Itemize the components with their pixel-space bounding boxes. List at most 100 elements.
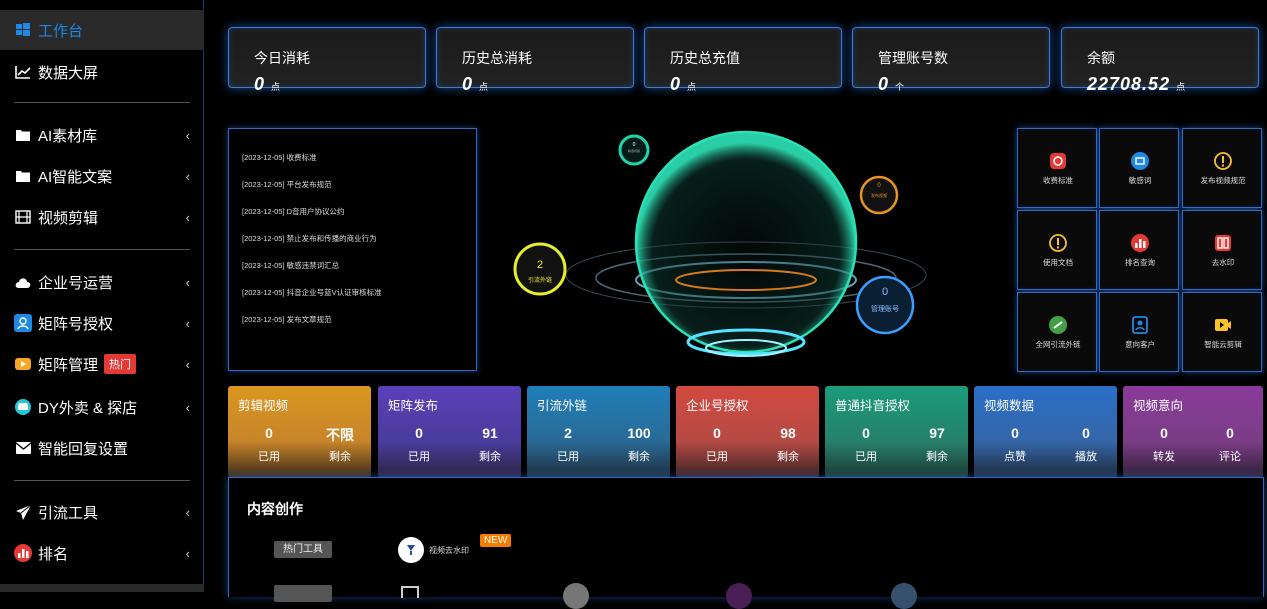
tool-avatar-icon: [726, 583, 752, 609]
card-title: 企业号授权: [686, 399, 749, 413]
notice-item[interactable]: [2023-12-05] 抖音企业号蓝V认证审核标准: [242, 287, 382, 298]
notice-list: [2023-12-05] 收费标准 [2023-12-05] 平台发布规范 [2…: [228, 128, 477, 371]
card-title: 视频数据: [984, 399, 1035, 413]
stat-balance: 余额 22708.52 点: [1061, 27, 1259, 94]
tile-docs[interactable]: 使用文档: [1017, 210, 1097, 290]
card-value-remaining: 97: [929, 425, 945, 441]
tool-avatar-icon: [563, 583, 589, 609]
sphere: [634, 130, 858, 354]
tile-sensitive-words[interactable]: 敏感词: [1099, 128, 1179, 208]
card-value-used: 2: [564, 425, 572, 441]
notice-item[interactable]: [2023-12-05] 发布文章规范: [242, 314, 332, 325]
sidebar-item-label: AI智能文案: [38, 168, 113, 186]
orbit-teal-value: 0: [632, 142, 636, 148]
sidebar-item-video-edit[interactable]: 视频剪辑 ‹: [0, 197, 204, 237]
orbit-yellow-label: 引流外链: [527, 278, 552, 284]
sidebar-item-label: 引流工具: [38, 504, 99, 522]
tile-remove-watermark[interactable]: 去水印: [1182, 210, 1262, 290]
card-douyin-auth[interactable]: 普通抖音授权 0 97 已用 剩余: [825, 386, 968, 478]
notice-item[interactable]: [2023-12-05] 禁止发布和传播的商业行为: [242, 233, 377, 244]
chevron-left-icon: ‹: [185, 315, 190, 331]
orbit-yellow-value: 2: [536, 259, 544, 271]
stamp-icon: [1214, 234, 1232, 252]
stat-value: 0个: [878, 74, 906, 94]
card-title: 矩阵发布: [388, 399, 439, 413]
card-label-comments: 评论: [1219, 451, 1241, 463]
stat-label: 历史总消耗: [462, 50, 532, 66]
tile-fee-standard[interactable]: 收费标准: [1017, 128, 1097, 208]
tool-remove-watermark[interactable]: 视频去水印: [398, 537, 469, 563]
line-chart-icon: [14, 63, 32, 81]
tile-external-links[interactable]: 全网引流外链: [1017, 292, 1097, 372]
stat-label: 今日消耗: [254, 50, 310, 66]
tile-label: 排名查询: [1125, 258, 1155, 267]
main-content: 今日消耗 0点 历史总消耗 0点 历史总充值 0点 管理账号数 0个 余额 22…: [205, 0, 1267, 609]
tile-intended-customers[interactable]: 意向客户: [1099, 292, 1179, 372]
chevron-left-icon: ‹: [185, 399, 190, 415]
tile-label: 智能云剪辑: [1204, 340, 1242, 349]
warning-icon: [1049, 234, 1067, 252]
card-matrix-publish[interactable]: 矩阵发布 0 91 已用 剩余: [378, 386, 521, 478]
card-value-used: 0: [713, 425, 721, 441]
tile-label: 去水印: [1211, 258, 1235, 267]
notice-item[interactable]: [2023-12-05] 平台发布规范: [242, 179, 332, 190]
card-enterprise-auth[interactable]: 企业号授权 0 98 已用 剩余: [676, 386, 819, 478]
tile-cloud-edit[interactable]: 智能云剪辑: [1182, 292, 1262, 372]
sidebar-item-data-screen[interactable]: 数据大屏: [0, 52, 204, 92]
card-external-links[interactable]: 引流外链 2 100 已用 剩余: [527, 386, 670, 478]
orbit-blue-label: 管理账号: [871, 306, 899, 313]
sidebar-item-workbench[interactable]: 工作台: [0, 10, 204, 50]
card-value-remaining: 98: [780, 425, 796, 441]
sidebar-footer: [0, 584, 204, 592]
sidebar-item-dy-takeout[interactable]: DY外卖 & 探店 ‹: [0, 387, 204, 427]
sidebar-item-matrix-manage[interactable]: 矩阵管理 热门 ‹: [0, 344, 204, 384]
sidebar-item-ai-material[interactable]: AI素材库 ‹: [0, 115, 204, 155]
stat-value: 0点: [254, 74, 282, 94]
rank-icon: [14, 544, 32, 562]
sidebar-item-label: 视频剪辑: [38, 209, 99, 227]
user-card-icon: [14, 314, 32, 332]
sidebar-item-label: AI素材库: [38, 127, 98, 145]
sidebar-item-matrix-auth[interactable]: 矩阵号授权 ‹: [0, 303, 204, 343]
card-label-remaining: 剩余: [628, 451, 650, 463]
card-video-edit[interactable]: 剪辑视频 0 不限 已用 剩余: [228, 386, 371, 478]
orbit-graphic: [513, 130, 927, 357]
sidebar-item-enterprise-ops[interactable]: 企业号运营 ‹: [0, 262, 204, 302]
folder-icon: [14, 167, 32, 185]
stat-total-recharge: 历史总充值 0点: [644, 27, 842, 94]
notice-item[interactable]: [2023-12-05] 敏感违禁词汇总: [242, 260, 339, 271]
sidebar-item-label: 矩阵号授权: [38, 315, 114, 333]
tile-publish-rules[interactable]: 发布视频规范: [1182, 128, 1262, 208]
play-icon: [14, 355, 32, 373]
card-video-data[interactable]: 视频数据 0 0 点赞 播放: [974, 386, 1117, 478]
card-value-plays: 0: [1082, 425, 1090, 441]
card-label-used: 已用: [706, 451, 728, 463]
sidebar-item-label: 企业号运营: [38, 274, 114, 292]
chevron-left-icon: ‹: [185, 545, 190, 561]
tile-rank-query[interactable]: 排名查询: [1099, 210, 1179, 290]
card-label-used: 已用: [855, 451, 877, 463]
chevron-left-icon: ‹: [185, 127, 190, 143]
stat-label: 管理账号数: [878, 50, 948, 66]
link-icon: [1049, 316, 1067, 334]
notice-item[interactable]: [2023-12-05] D音用户协议公约: [242, 206, 345, 217]
orbit-blue-value: 0: [881, 286, 889, 298]
card-label-likes: 点赞: [1004, 451, 1026, 463]
card-video-intent[interactable]: 视频意向 0 0 转发 评论: [1123, 386, 1263, 478]
card-label-remaining: 剩余: [926, 451, 948, 463]
video-icon: [1214, 316, 1232, 334]
sidebar: 工作台 数据大屏 AI素材库 ‹ AI智能文案 ‹ 视频剪辑 ‹ 企业号运营 ‹…: [0, 0, 204, 592]
tile-label: 发布视频规范: [1200, 176, 1246, 185]
sidebar-item-ai-copywriting[interactable]: AI智能文案 ‹: [0, 156, 204, 196]
rank-query-icon: [1131, 234, 1149, 252]
sidebar-item-smart-reply[interactable]: 智能回复设置: [0, 428, 204, 468]
stat-managed-accounts: 管理账号数 0个: [852, 27, 1050, 94]
card-label-remaining: 剩余: [479, 451, 501, 463]
sidebar-item-ranking[interactable]: 排名 ‹: [0, 533, 204, 573]
notice-item[interactable]: [2023-12-05] 收费标准: [242, 152, 317, 163]
stat-value: 0点: [462, 74, 490, 94]
sidebar-item-traffic-tools[interactable]: 引流工具 ‹: [0, 492, 204, 532]
sidebar-item-label: 数据大屏: [38, 64, 99, 82]
contact-book-icon: [1131, 316, 1149, 334]
send-icon: [14, 503, 32, 521]
